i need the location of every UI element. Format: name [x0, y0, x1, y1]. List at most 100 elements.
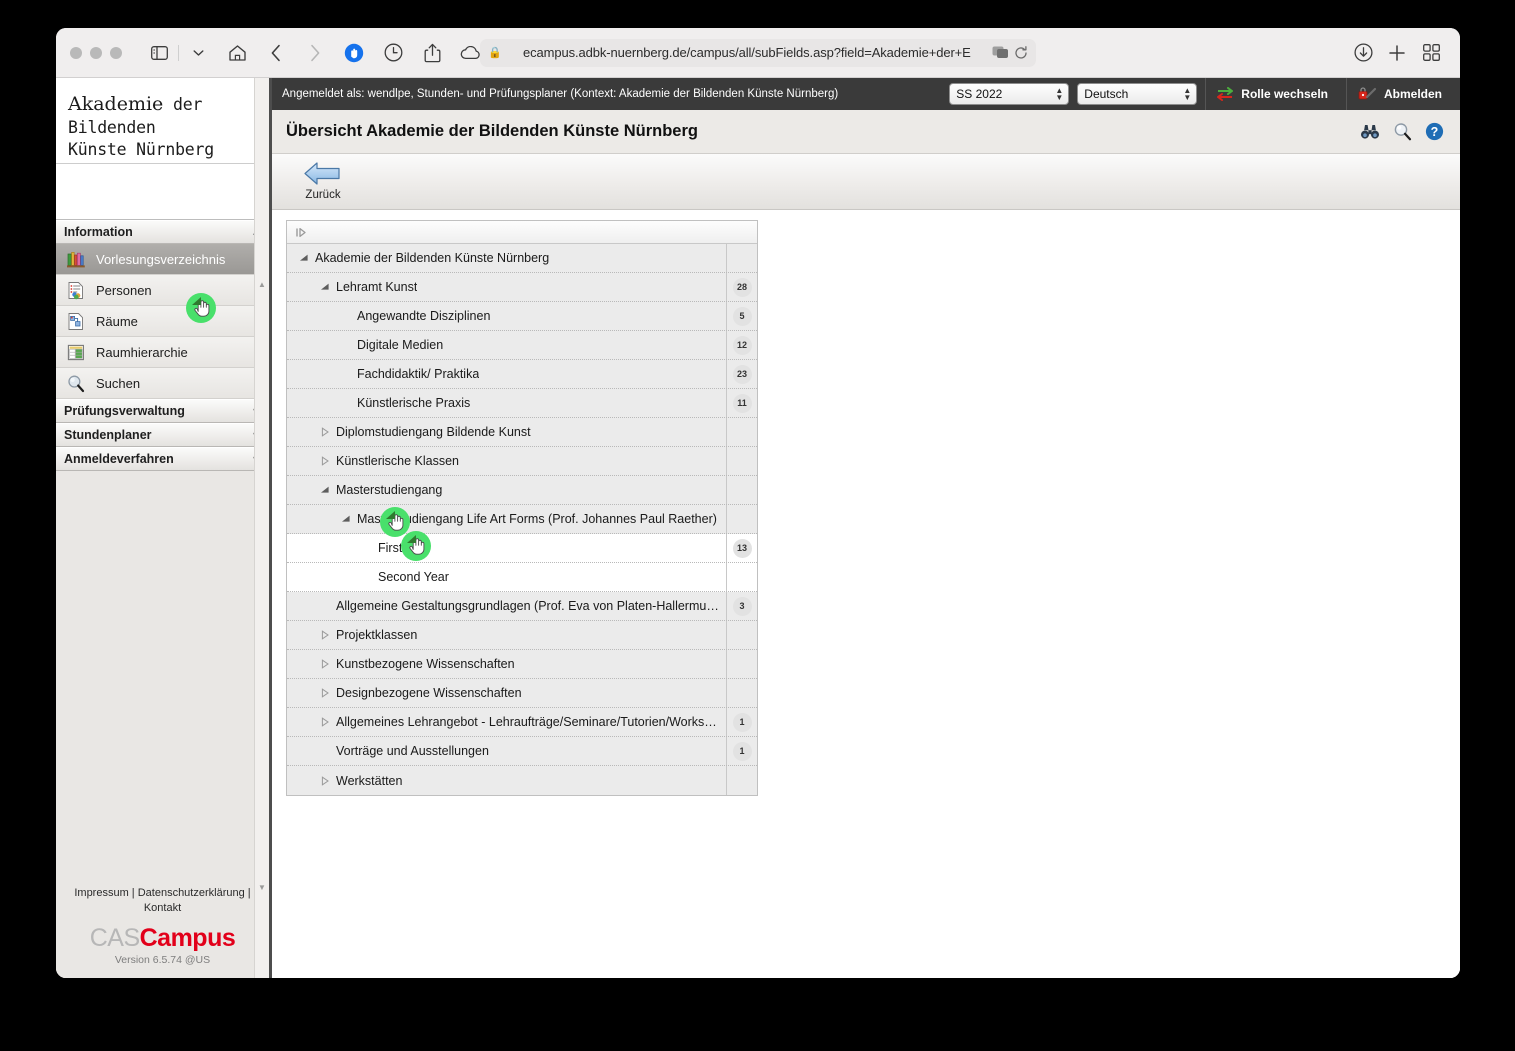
table-row[interactable]: Projektklassen — [287, 621, 757, 650]
share-icon[interactable] — [417, 39, 447, 67]
sidebar-scrollbar[interactable]: ▲ ▼ — [254, 78, 269, 978]
tree-node-label: Kunstbezogene Wissenschaften — [336, 657, 515, 671]
table-row[interactable]: Vorträge und Ausstellungen 1 — [287, 737, 757, 766]
tree-node[interactable]: Künstlerische Praxis — [287, 389, 726, 417]
sidebar-item-suchen[interactable]: Suchen — [56, 368, 269, 399]
table-row[interactable]: Künstlerische Praxis 11 — [287, 389, 757, 418]
minimize-window-button[interactable] — [90, 46, 102, 59]
tree-node[interactable]: First Year — [287, 534, 726, 562]
collapse-node-icon[interactable] — [339, 514, 353, 524]
table-row[interactable]: Angewandte Disziplinen 5 — [287, 302, 757, 331]
main-content: Angemeldet als: wendlpe, Stunden- und Pr… — [272, 78, 1460, 978]
table-row[interactable]: Werkstätten — [287, 766, 757, 795]
tree-node[interactable]: Second Year — [287, 563, 726, 591]
window-traffic-lights[interactable] — [70, 46, 122, 59]
maximize-window-button[interactable] — [110, 46, 122, 59]
translate-icon[interactable] — [992, 46, 1009, 59]
expand-node-icon[interactable] — [318, 717, 332, 727]
reload-icon[interactable] — [1014, 45, 1028, 60]
downloads-icon[interactable] — [1348, 39, 1378, 67]
table-row[interactable]: Masterstudiengang Life Art Forms (Prof. … — [287, 505, 757, 534]
tree-node-label: Allgemeine Gestaltungsgrundlagen (Prof. … — [336, 599, 720, 613]
tree-node-label: Designbezogene Wissenschaften — [336, 686, 522, 700]
sidebar-empty-space — [56, 471, 269, 881]
new-tab-icon[interactable] — [1382, 39, 1412, 67]
tree-node[interactable]: Projektklassen — [287, 621, 726, 649]
reader-icon[interactable] — [339, 39, 369, 67]
table-row[interactable]: Digitale Medien 12 — [287, 331, 757, 360]
table-row[interactable]: Second Year — [287, 563, 757, 592]
close-window-button[interactable] — [70, 46, 82, 59]
table-row[interactable]: First Year 13 — [287, 534, 757, 563]
expand-node-icon[interactable] — [318, 456, 332, 466]
tree-node[interactable]: Digitale Medien — [287, 331, 726, 359]
tree-header[interactable] — [287, 221, 757, 244]
tree-node[interactable]: Designbezogene Wissenschaften — [287, 679, 726, 707]
binoculars-icon[interactable] — [1360, 123, 1380, 140]
address-bar[interactable]: 🔒 ecampus.adbk-nuernberg.de/campus/all/s… — [480, 38, 1036, 67]
sidebar-group-information[interactable]: Information ▲ — [56, 220, 269, 244]
expand-node-icon[interactable] — [318, 688, 332, 698]
table-row[interactable]: Designbezogene Wissenschaften — [287, 679, 757, 708]
tree-node[interactable]: Allgemeine Gestaltungsgrundlagen (Prof. … — [287, 592, 726, 620]
table-row[interactable]: Diplomstudiengang Bildende Kunst — [287, 418, 757, 447]
search-icon[interactable] — [1393, 122, 1412, 141]
sidebar-group-anmeldeverfahren[interactable]: Anmeldeverfahren ▼ — [56, 447, 269, 471]
language-select-wrapper[interactable]: Deutsch ▲ ▼ — [1077, 83, 1198, 105]
collapse-all-icon[interactable] — [295, 227, 311, 238]
count-badge: 5 — [732, 306, 752, 326]
home-icon[interactable] — [222, 39, 252, 67]
help-icon[interactable]: ? — [1425, 122, 1444, 141]
tree-node-label: Digitale Medien — [357, 338, 444, 352]
semester-select[interactable]: SS 2022 — [949, 83, 1070, 105]
semester-select-wrapper[interactable]: SS 2022 ▲ ▼ — [949, 83, 1070, 105]
table-row[interactable]: Künstlerische Klassen — [287, 447, 757, 476]
logout-button[interactable]: Abmelden — [1345, 78, 1452, 110]
tree-node[interactable]: Diplomstudiengang Bildende Kunst — [287, 418, 726, 446]
sidebar-group-stundenplaner[interactable]: Stundenplaner ▼ — [56, 423, 269, 447]
footer-links-line2[interactable]: Kontakt — [144, 902, 181, 914]
tree-node[interactable]: Künstlerische Klassen — [287, 447, 726, 475]
tree-node[interactable]: Werkstätten — [287, 766, 726, 795]
scroll-up-arrow-icon[interactable]: ▲ — [255, 276, 269, 292]
sidebar-item-personen[interactable]: Personen — [56, 275, 269, 306]
tree-node[interactable]: Lehramt Kunst — [287, 273, 726, 301]
tree-node[interactable]: Fachdidaktik/ Praktika — [287, 360, 726, 388]
tree-node[interactable]: Kunstbezogene Wissenschaften — [287, 650, 726, 678]
tab-overview-icon[interactable] — [1416, 39, 1446, 67]
sidebar-item-raumhierarchie[interactable]: Raumhierarchie — [56, 337, 269, 368]
table-row[interactable]: Fachdidaktik/ Praktika 23 — [287, 360, 757, 389]
expand-node-icon[interactable] — [318, 630, 332, 640]
table-row[interactable]: Lehramt Kunst 28 — [287, 273, 757, 302]
expand-node-icon[interactable] — [318, 659, 332, 669]
table-row[interactable]: Akademie der Bildenden Künste Nürnberg — [287, 244, 757, 273]
sidebar-item-vorlesungsverzeichnis[interactable]: Vorlesungsverzeichnis — [56, 244, 269, 275]
table-row[interactable]: Kunstbezogene Wissenschaften — [287, 650, 757, 679]
tree-node[interactable]: Angewandte Disziplinen — [287, 302, 726, 330]
tree-node[interactable]: Vorträge und Ausstellungen — [287, 737, 726, 765]
expand-node-icon[interactable] — [318, 775, 332, 786]
collapse-node-icon[interactable] — [318, 282, 332, 292]
persons-icon — [66, 280, 86, 300]
expand-node-icon[interactable] — [318, 427, 332, 437]
switch-role-button[interactable]: Rolle wechseln — [1205, 78, 1338, 110]
back-button[interactable]: Zurück — [294, 158, 352, 201]
tree-node[interactable]: Akademie der Bildenden Künste Nürnberg — [287, 244, 726, 272]
table-row[interactable]: Allgemeine Gestaltungsgrundlagen (Prof. … — [287, 592, 757, 621]
tree-node[interactable]: Allgemeines Lehrangebot - Lehraufträge/S… — [287, 708, 726, 736]
back-icon[interactable] — [261, 39, 291, 67]
sidebar-group-pruefungsverwaltung[interactable]: Prüfungsverwaltung ▼ — [56, 399, 269, 423]
language-select[interactable]: Deutsch — [1077, 83, 1198, 105]
collapse-node-icon[interactable] — [318, 485, 332, 495]
history-icon[interactable] — [378, 39, 408, 67]
tree-node[interactable]: Masterstudiengang Life Art Forms (Prof. … — [287, 505, 726, 533]
tree-node[interactable]: Masterstudiengang — [287, 476, 726, 504]
chevron-down-icon[interactable] — [183, 39, 213, 67]
table-row[interactable]: Masterstudiengang — [287, 476, 757, 505]
scroll-down-arrow-icon[interactable]: ▼ — [255, 879, 269, 895]
sidebar-item-raeume[interactable]: Räume — [56, 306, 269, 337]
footer-links-line1[interactable]: Impressum | Datenschutzerklärung | — [74, 887, 250, 899]
table-row[interactable]: Allgemeines Lehrangebot - Lehraufträge/S… — [287, 708, 757, 737]
sidebar-icon[interactable] — [144, 39, 174, 67]
collapse-node-icon[interactable] — [297, 253, 311, 263]
